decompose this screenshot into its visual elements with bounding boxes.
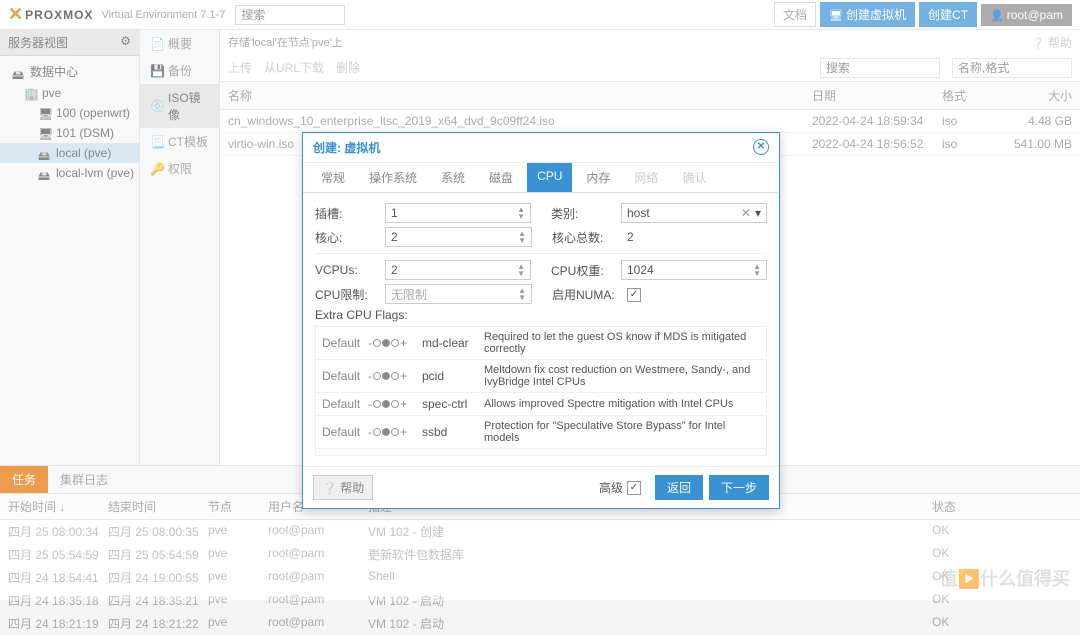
cpu-limit-label: CPU限制: xyxy=(315,286,385,303)
sockets-label: 插槽: xyxy=(315,205,385,222)
extra-flags-title: Extra CPU Flags: xyxy=(315,308,767,322)
modal-tab-network: 网络 xyxy=(624,163,668,192)
vcpus-label: VCPUs: xyxy=(315,263,385,277)
cpu-weight-label: CPU权重: xyxy=(551,262,621,279)
help-button[interactable]: ❔ 帮助 xyxy=(313,475,373,500)
modal-tab-cpu[interactable]: CPU xyxy=(527,163,572,192)
cpu-flags-list[interactable]: Default - + md-clear Required to let the… xyxy=(315,326,767,456)
sockets-input[interactable]: 1▲▼ xyxy=(385,203,531,223)
cpu-weight-input[interactable]: 1024▲▼ xyxy=(621,260,767,280)
flag-toggle[interactable]: - + xyxy=(368,425,422,439)
chevron-down-icon[interactable]: ▾ xyxy=(755,206,761,220)
advanced-checkbox[interactable]: 高级 ✓ xyxy=(599,479,641,496)
modal-tab-os[interactable]: 操作系统 xyxy=(359,163,427,192)
flag-toggle[interactable]: - + xyxy=(368,453,422,456)
modal-tab-system[interactable]: 系统 xyxy=(431,163,475,192)
cpu-flag-row: Default - + md-clear Required to let the… xyxy=(316,327,766,360)
spinner-icon[interactable]: ▲▼ xyxy=(517,206,525,220)
modal-tabs: 常规 操作系统 系统 磁盘 CPU 内存 网络 确认 xyxy=(303,163,779,193)
flag-toggle[interactable]: - + xyxy=(368,397,422,411)
clear-icon[interactable]: ✕ xyxy=(741,206,751,220)
modal-title: 创建: 虚拟机 xyxy=(313,139,380,156)
modal-footer: ❔ 帮助 高级 ✓ 返回 下一步 xyxy=(303,466,779,508)
type-label: 类别: xyxy=(551,205,621,222)
watermark: 值▶️什么值得买 xyxy=(940,565,1070,591)
cpu-limit-input[interactable]: 无限制▲▼ xyxy=(385,284,532,304)
modal-tab-general[interactable]: 常规 xyxy=(311,163,355,192)
modal-tab-disk[interactable]: 磁盘 xyxy=(479,163,523,192)
flag-toggle[interactable]: - + xyxy=(368,336,422,350)
cpu-flag-row: Default - + spec-ctrl Allows improved Sp… xyxy=(316,393,766,416)
modal-tab-memory[interactable]: 内存 xyxy=(576,163,620,192)
cpu-flag-row: Default - + pcid Meltdown fix cost reduc… xyxy=(316,360,766,393)
cores-input[interactable]: 2▲▼ xyxy=(385,227,532,247)
cores-label: 核心: xyxy=(315,229,385,246)
modal-header[interactable]: 创建: 虚拟机 ✕ xyxy=(303,133,779,163)
modal-body: 插槽: 1▲▼ 类别: host✕▾ 核心: 2▲▼ 核心总数: 2 VCPUs… xyxy=(303,193,779,466)
divider xyxy=(315,253,767,254)
total-cores-value: 2 xyxy=(622,228,767,246)
numa-label: 启用NUMA: xyxy=(552,286,622,303)
back-button[interactable]: 返回 xyxy=(655,475,703,500)
cpu-flag-row: Default - + ssbd Protection for "Specula… xyxy=(316,416,766,449)
modal-tab-confirm: 确认 xyxy=(672,163,716,192)
spinner-icon[interactable]: ▲▼ xyxy=(518,287,526,301)
spinner-icon[interactable]: ▲▼ xyxy=(518,230,526,244)
next-button[interactable]: 下一步 xyxy=(709,475,769,500)
spinner-icon[interactable]: ▲▼ xyxy=(517,263,525,277)
spinner-icon[interactable]: ▲▼ xyxy=(753,263,761,277)
cpu-flag-row: Default - + ibpb Allows improved Spectre… xyxy=(316,449,766,456)
log-row[interactable]: 四月 24 18:21:19四月 24 18:21:22pveroot@pamV… xyxy=(0,612,1080,635)
cpu-type-input[interactable]: host✕▾ xyxy=(621,203,767,223)
flag-toggle[interactable]: - + xyxy=(368,369,422,383)
total-cores-label: 核心总数: xyxy=(552,229,622,246)
numa-checkbox[interactable]: ✓ xyxy=(627,288,641,302)
create-vm-modal: 创建: 虚拟机 ✕ 常规 操作系统 系统 磁盘 CPU 内存 网络 确认 插槽:… xyxy=(302,132,780,509)
vcpus-input[interactable]: 2▲▼ xyxy=(385,260,531,280)
close-icon[interactable]: ✕ xyxy=(753,139,769,155)
